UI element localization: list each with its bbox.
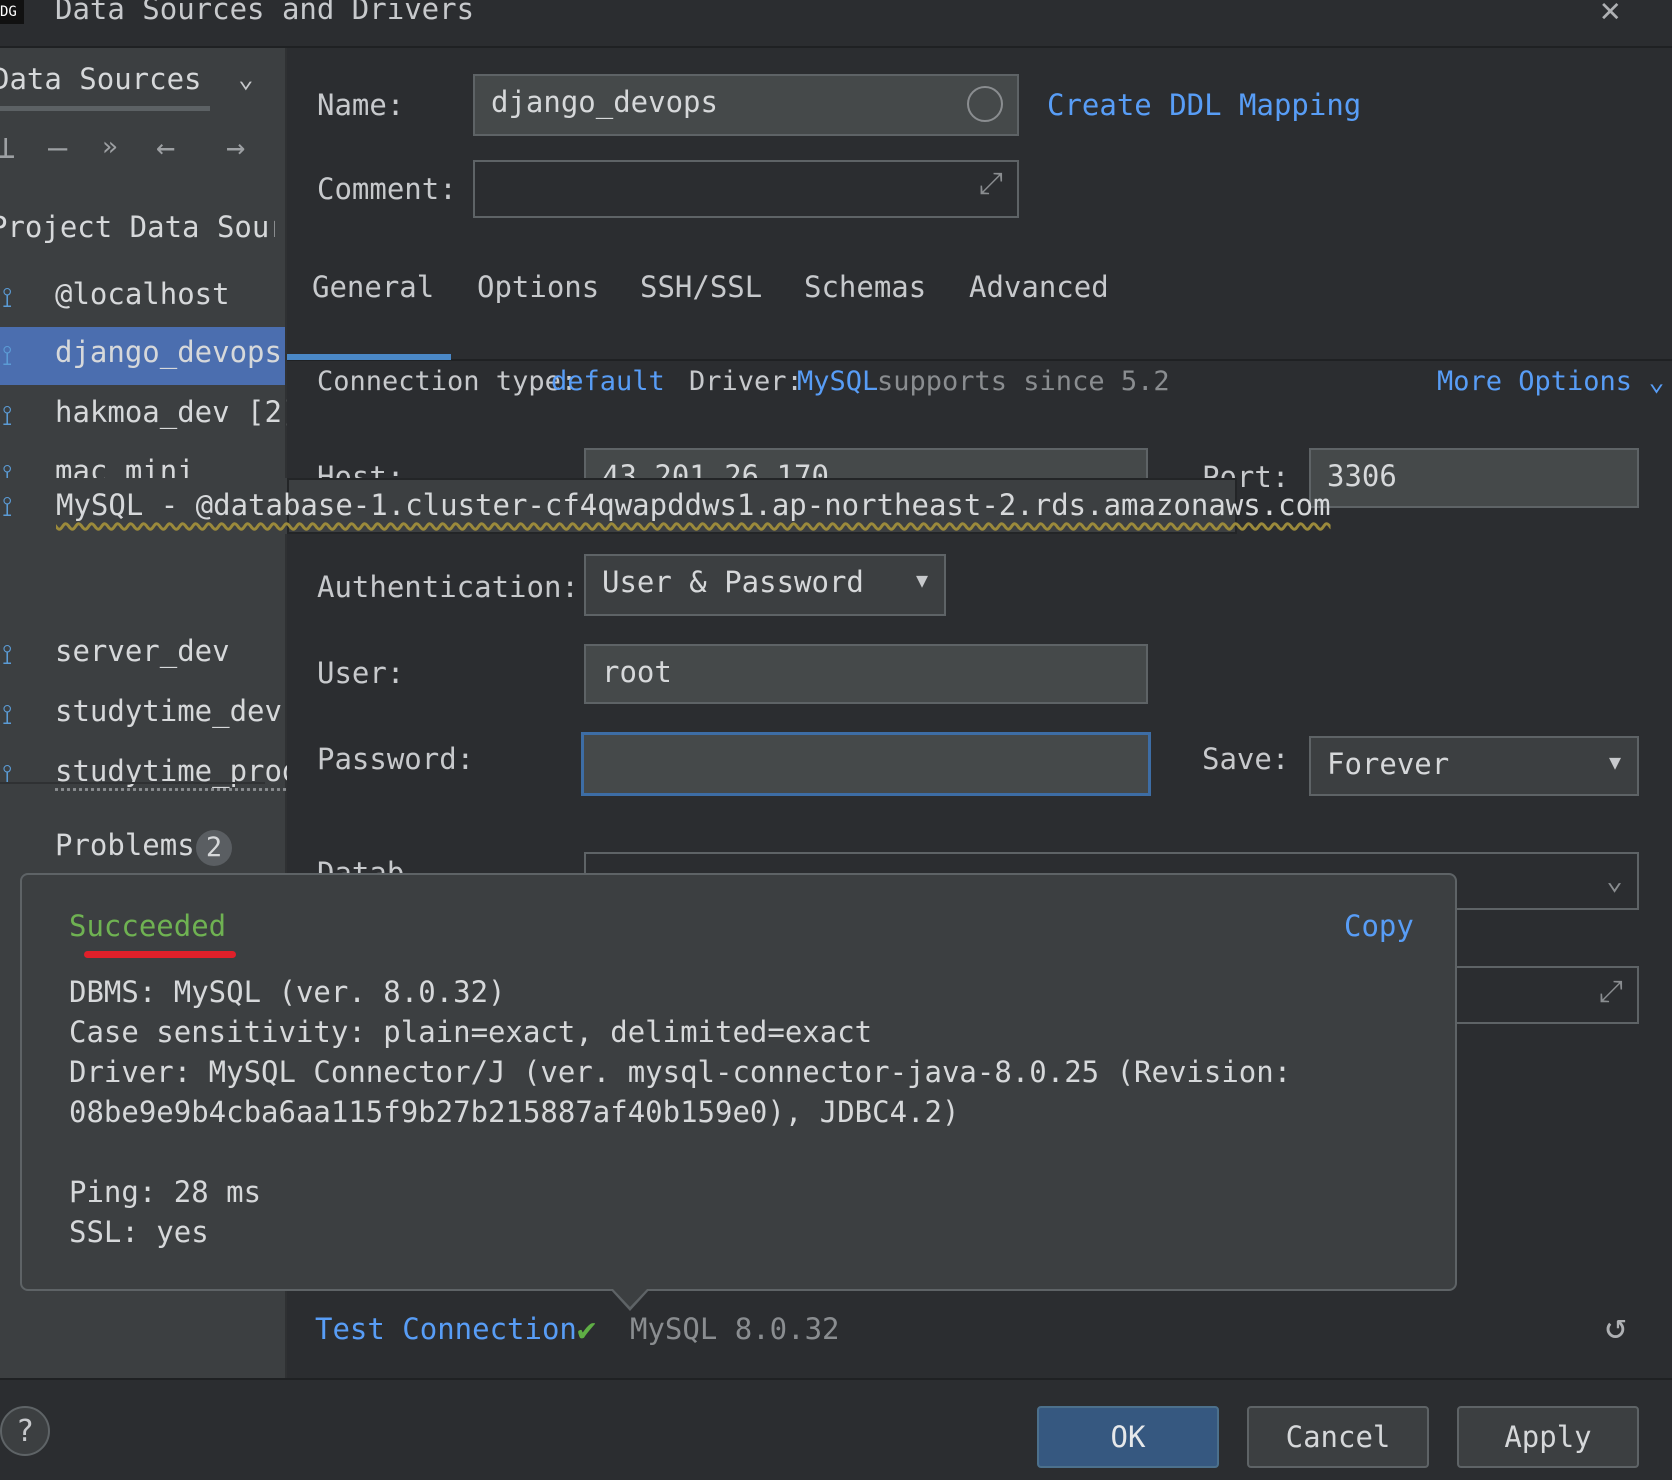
popup-line-case: Case sensitivity: plain=exact, delimited… [69, 1015, 873, 1049]
more-icon[interactable]: » [102, 132, 118, 162]
tab-ssh-ssl[interactable]: SSH/SSL [640, 270, 762, 304]
popup-line-ssl: SSL: yes [69, 1215, 209, 1249]
name-input[interactable]: django_devops [473, 74, 1019, 136]
add-dropdown-icon[interactable]: ⊥ [0, 128, 15, 166]
sidebar-item-django-devops[interactable]: ⟟ django_devops [0, 327, 285, 385]
password-input[interactable] [581, 732, 1151, 796]
dropdown-arrow-icon: ▼ [915, 568, 928, 592]
tab-advanced[interactable]: Advanced [969, 270, 1109, 304]
chevron-down-icon: ⌄ [1648, 366, 1665, 397]
sidebar-header-underline [0, 106, 210, 111]
tabs-divider [287, 359, 1672, 361]
connection-type-label: Connection type: [317, 366, 578, 397]
close-icon[interactable]: ✕ [1600, 0, 1620, 30]
user-label: User: [317, 656, 405, 690]
create-ddl-mapping-link[interactable]: Create DDL Mapping [1047, 88, 1361, 122]
sidebar-divider [0, 782, 265, 784]
red-annotation-underline [84, 951, 236, 958]
help-button[interactable]: ? [0, 1406, 50, 1456]
color-circle-icon[interactable] [967, 86, 1003, 122]
popup-line-revision: 08be9e9b4cba6aa115f9b27b215887af40b159e0… [69, 1095, 960, 1129]
window-title: Data Sources and Drivers [55, 0, 475, 26]
ok-button[interactable]: OK [1037, 1406, 1219, 1468]
driver-note: supports since 5.2 [877, 366, 1170, 397]
forward-arrow-icon[interactable]: → [226, 128, 245, 166]
problems-label[interactable]: Problems [55, 828, 195, 862]
active-tab-indicator [287, 354, 451, 360]
popup-line-driver: Driver: MySQL Connector/J (ver. mysql-co… [69, 1055, 1292, 1089]
revert-icon[interactable]: ↺ [1605, 1306, 1627, 1347]
status-succeeded: Succeeded [69, 909, 227, 943]
sidebar-item-tooltip: MySQL - @database-1.cluster-cf4qwapddws1… [56, 478, 1331, 534]
name-label: Name: [317, 88, 405, 122]
app-logo: DG [0, 0, 24, 24]
sidebar-item-studytime-prod[interactable]: ⟟ studytime_prod [0, 746, 299, 804]
authentication-label: Authentication: [317, 570, 579, 604]
mysql-icon: ⟟ [2, 698, 13, 731]
mysql-icon: ⟟ [2, 758, 13, 791]
comment-input[interactable]: ⤢ [473, 160, 1019, 218]
popup-line-ping: Ping: 28 ms [69, 1175, 262, 1209]
save-select[interactable]: Forever ▼ [1309, 736, 1639, 796]
port-input[interactable]: 3306 [1309, 448, 1639, 508]
driver-label: Driver: [689, 366, 803, 397]
mysql-icon: ⟟ [2, 339, 13, 372]
remove-icon[interactable]: — [48, 128, 67, 166]
sidebar-item-label: hakmoa_dev [2] [55, 395, 300, 429]
mysql-icon: ⟟ [2, 281, 13, 314]
cancel-button[interactable]: Cancel [1247, 1406, 1429, 1468]
sidebar-item-label: studytime_dev [55, 694, 282, 728]
sidebar-item-studytime-dev[interactable]: ⟟ studytime_dev [0, 686, 285, 744]
sidebar-item-label: django_devops [55, 335, 282, 369]
chevron-down-icon[interactable]: ⌄ [238, 64, 254, 94]
sidebar-item-label: MySQL - @database-1.cluster-cf4qwapddws1… [56, 488, 1331, 522]
mysql-icon: ⟟ [2, 399, 13, 432]
more-options-label: More Options [1437, 366, 1633, 397]
mysql-icon: ⟟ [2, 638, 13, 671]
checkmark-icon: ✔ [577, 1310, 597, 1348]
save-value: Forever [1327, 747, 1450, 781]
sidebar-item-server-dev[interactable]: ⟟ server_dev [0, 626, 285, 684]
sidebar-item-label: server_dev [55, 634, 230, 668]
section-project-data-sources: Project Data Sources [0, 210, 275, 244]
comment-label: Comment: [317, 172, 457, 206]
driver-link[interactable]: MySQL [797, 366, 878, 397]
popup-pointer-inner [612, 1288, 648, 1307]
tab-general[interactable]: General [312, 270, 434, 304]
dropdown-arrow-icon: ▼ [1608, 750, 1621, 774]
tab-options[interactable]: Options [477, 270, 599, 304]
more-options-link[interactable]: More Options ⌄ [1437, 366, 1665, 397]
authentication-value: User & Password [602, 565, 864, 599]
back-arrow-icon[interactable]: ← [156, 128, 175, 166]
chevron-down-icon[interactable]: ⌄ [1606, 854, 1623, 906]
tab-schemas[interactable]: Schemas [804, 270, 926, 304]
name-value: django_devops [491, 85, 718, 119]
sidebar-item-label: @localhost [55, 277, 230, 311]
sidebar-header[interactable]: Data Sources [0, 62, 202, 96]
mysql-icon: ⟟ [2, 490, 13, 523]
connection-type-link[interactable]: default [551, 366, 665, 397]
expand-icon[interactable]: ⤢ [979, 158, 1003, 210]
test-result: MySQL 8.0.32 [630, 1312, 840, 1346]
sidebar-item-hakmoa-dev[interactable]: ⟟ hakmoa_dev [2] [0, 387, 299, 445]
test-result-popup: Succeeded Copy DBMS: MySQL (ver. 8.0.32)… [20, 873, 1457, 1291]
user-input[interactable]: root [584, 644, 1148, 704]
title-bar: DG Data Sources and Drivers ✕ [0, 0, 1672, 48]
expand-icon[interactable]: ⤢ [1599, 966, 1623, 1018]
copy-link[interactable]: Copy [1344, 909, 1414, 943]
test-connection-link[interactable]: Test Connection [315, 1312, 577, 1346]
password-label: Password: [317, 742, 475, 776]
sidebar-item-localhost[interactable]: ⟟ @localhost [0, 269, 285, 327]
popup-line-dbms: DBMS: MySQL (ver. 8.0.32) [69, 975, 506, 1009]
apply-button[interactable]: Apply [1457, 1406, 1639, 1468]
save-label: Save: [1202, 742, 1290, 776]
problems-count-badge: 2 [196, 830, 232, 866]
authentication-select[interactable]: User & Password ▼ [584, 554, 946, 616]
